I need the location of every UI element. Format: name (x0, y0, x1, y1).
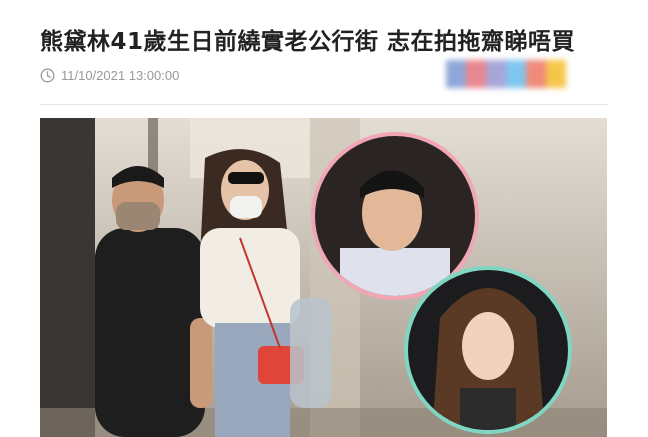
article-photo[interactable] (40, 118, 607, 437)
share-button[interactable] (486, 60, 506, 88)
store-pillar (40, 118, 95, 437)
share-button[interactable] (546, 60, 566, 88)
share-buttons-blurred[interactable] (446, 60, 566, 88)
share-button[interactable] (506, 60, 526, 88)
clock-icon (40, 68, 55, 83)
header-divider (40, 104, 608, 105)
article-title: 熊黛林41歲生日前繞實老公行街 志在拍拖齋睇唔買 (40, 29, 576, 55)
photo-illustration (40, 118, 607, 437)
article-meta: 11/10/2021 13:00:00 (40, 64, 179, 86)
share-button[interactable] (446, 60, 466, 88)
share-button[interactable] (526, 60, 546, 88)
publish-timestamp: 11/10/2021 13:00:00 (61, 67, 180, 83)
share-button[interactable] (466, 60, 486, 88)
